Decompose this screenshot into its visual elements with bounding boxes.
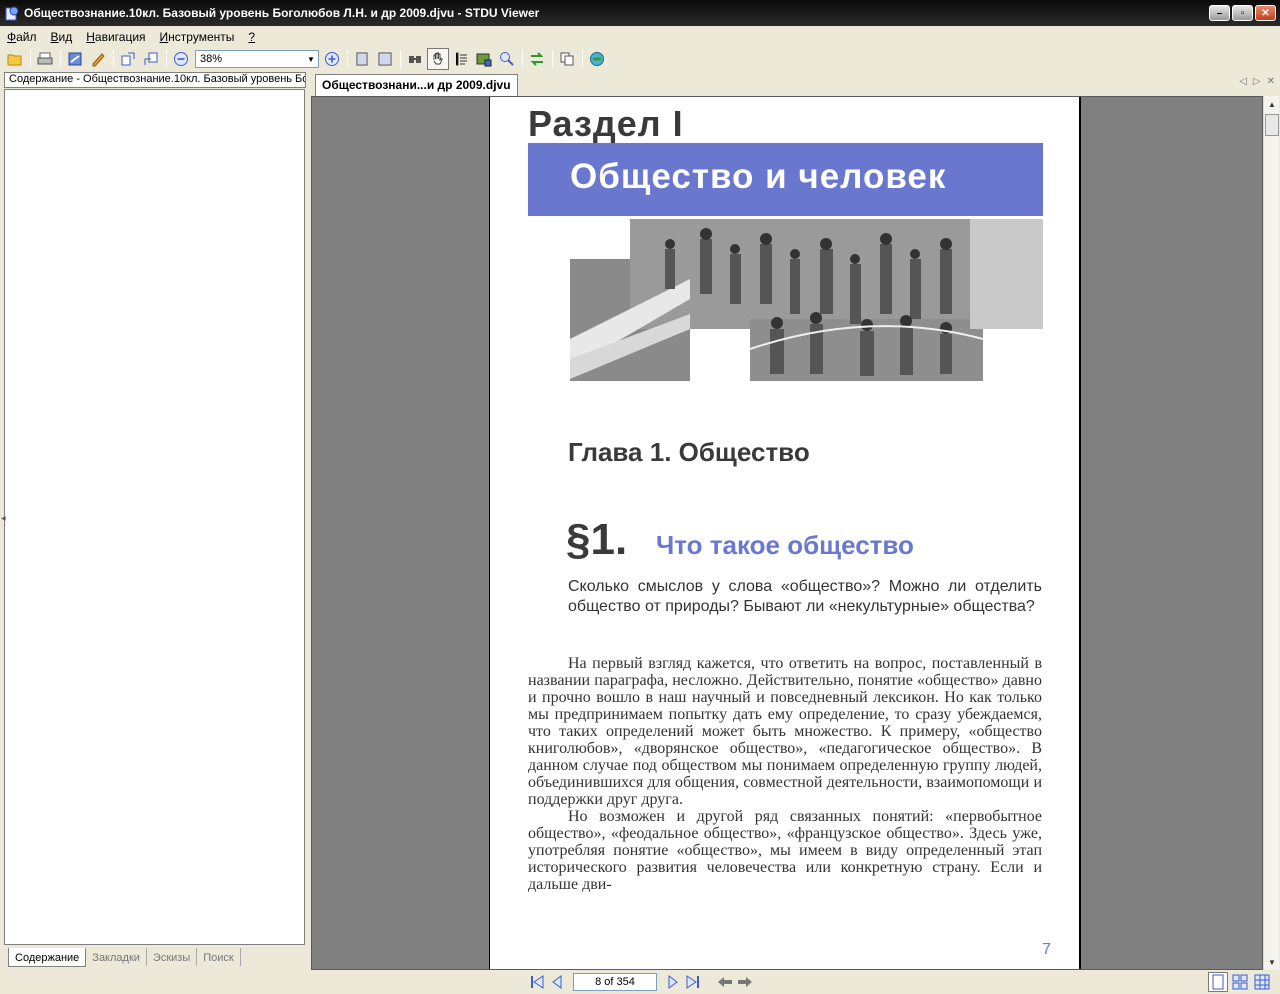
facing-pages-icon[interactable]: [374, 48, 396, 70]
zoom-out-icon[interactable]: [170, 48, 192, 70]
toolbar-separator: [552, 50, 553, 68]
document-tab[interactable]: Обществознани...и др 2009.djvu: [315, 74, 518, 96]
toolbar-separator: [113, 50, 114, 68]
menu-file[interactable]: Файл: [0, 30, 44, 44]
contents-tree[interactable]: [4, 89, 305, 945]
toolbar-separator: [30, 50, 31, 68]
tab-next-icon[interactable]: ▷: [1253, 76, 1261, 87]
back-icon[interactable]: [715, 972, 735, 992]
rotate-left-icon[interactable]: [64, 48, 86, 70]
minimize-button[interactable]: –: [1209, 5, 1230, 21]
two-page-view-icon[interactable]: [1230, 972, 1250, 992]
forward-icon[interactable]: [735, 972, 755, 992]
left-panel-tabs: Содержание Закладки Эскизы Поиск: [8, 948, 241, 970]
document-page: Раздел I Общество и человек Глава 1. Общ…: [489, 97, 1081, 969]
first-page-icon[interactable]: [527, 972, 547, 992]
document-viewer[interactable]: Раздел I Общество и человек Глава 1. Общ…: [311, 96, 1263, 970]
app-icon: [5, 6, 19, 21]
contents-panel-header: Содержание - Обществознание.10кл. Базовы…: [4, 72, 306, 88]
intro-questions: Сколько смыслов у слова «общество»? Можн…: [568, 578, 1042, 615]
toolbar-separator: [60, 50, 61, 68]
zoom-in-icon[interactable]: [321, 48, 343, 70]
window-title: Обществознание.10кл. Базовый уровень Бог…: [24, 6, 540, 20]
paragraph-title: Что такое общество: [656, 530, 914, 560]
zoom-tool-icon[interactable]: [496, 48, 518, 70]
scroll-down-icon[interactable]: ▼: [1264, 954, 1280, 970]
print-icon[interactable]: [34, 48, 56, 70]
toolbar-separator: [522, 50, 523, 68]
toolbar-separator: [582, 50, 583, 68]
vertical-scrollbar[interactable]: ▲ ▼: [1263, 96, 1279, 970]
paragraph-number: §1.: [566, 515, 628, 564]
chapter-heading: Глава 1. Общество: [568, 437, 810, 467]
tab-prev-icon[interactable]: ◁: [1239, 76, 1247, 87]
rotate-right-icon[interactable]: [87, 48, 109, 70]
tab-navigation: ◁ ▷ ✕: [1239, 76, 1275, 87]
menu-view[interactable]: Вид: [44, 30, 80, 44]
tab-bookmarks[interactable]: Закладки: [86, 948, 147, 966]
prev-page-icon[interactable]: [547, 972, 567, 992]
menu-navigation[interactable]: Навигация: [79, 30, 152, 44]
status-bar: 8 of 354: [0, 970, 1280, 994]
single-page-icon[interactable]: [351, 48, 373, 70]
copy-page-icon[interactable]: [117, 48, 139, 70]
next-page-icon[interactable]: [663, 972, 683, 992]
page-number-field[interactable]: 8 of 354: [573, 973, 657, 991]
menu-bar: Файл Вид Навигация Инструменты ?: [0, 28, 262, 46]
scroll-up-icon[interactable]: ▲: [1264, 96, 1280, 112]
text-select-icon[interactable]: [450, 48, 472, 70]
title-bar: Обществознание.10кл. Базовый уровень Бог…: [0, 0, 1280, 26]
tab-search[interactable]: Поиск: [197, 948, 241, 966]
toolbar-separator: [166, 50, 167, 68]
body-paragraph: Но возможен и другой ряд связанных понят…: [528, 808, 1042, 893]
section-banner: Общество и человек: [528, 143, 1043, 216]
grid-view-icon[interactable]: [1252, 972, 1272, 992]
tab-thumbnails[interactable]: Эскизы: [147, 948, 198, 966]
document-tab-bar: Обществознани...и др 2009.djvu ◁ ▷ ✕: [311, 72, 1279, 96]
update-icon[interactable]: [586, 48, 608, 70]
scrollbar-thumb[interactable]: [1265, 114, 1279, 136]
sync-icon[interactable]: [526, 48, 548, 70]
toolbar: 38% ▼: [0, 47, 1280, 71]
left-panel: Содержание - Обществознание.10кл. Базовы…: [4, 72, 306, 970]
last-page-icon[interactable]: [683, 972, 703, 992]
toolbar-separator: [347, 50, 348, 68]
copy-icon[interactable]: [556, 48, 578, 70]
snapshot-icon[interactable]: [473, 48, 495, 70]
hand-tool-icon[interactable]: [427, 48, 449, 70]
maximize-button[interactable]: ▫: [1232, 5, 1253, 21]
banner-title: Общество и человек: [570, 157, 947, 196]
chevron-down-icon[interactable]: ▼: [305, 52, 317, 66]
open-folder-icon[interactable]: [4, 48, 26, 70]
body-text: На первый взгляд кажется, что ответить н…: [528, 655, 1042, 893]
find-icon[interactable]: [404, 48, 426, 70]
single-page-view-icon[interactable]: [1208, 972, 1228, 992]
export-icon[interactable]: [140, 48, 162, 70]
section-heading: Раздел I: [528, 103, 684, 144]
toolbar-separator: [400, 50, 401, 68]
page-number: 7: [1042, 941, 1051, 958]
menu-tools[interactable]: Инструменты: [153, 30, 242, 44]
tab-contents[interactable]: Содержание: [8, 948, 87, 967]
splitter-handle-icon[interactable]: ◀: [1, 515, 6, 523]
close-button[interactable]: ✕: [1255, 5, 1276, 21]
view-mode-buttons: [1208, 972, 1272, 992]
zoom-combobox[interactable]: 38% ▼: [195, 50, 319, 68]
body-paragraph: На первый взгляд кажется, что ответить н…: [528, 655, 1042, 808]
page-navigation: 8 of 354: [527, 972, 755, 992]
crowd-photo: [570, 219, 1043, 381]
zoom-value: 38%: [200, 53, 223, 65]
menu-help[interactable]: ?: [241, 30, 262, 44]
tab-close-icon[interactable]: ✕: [1267, 76, 1275, 87]
